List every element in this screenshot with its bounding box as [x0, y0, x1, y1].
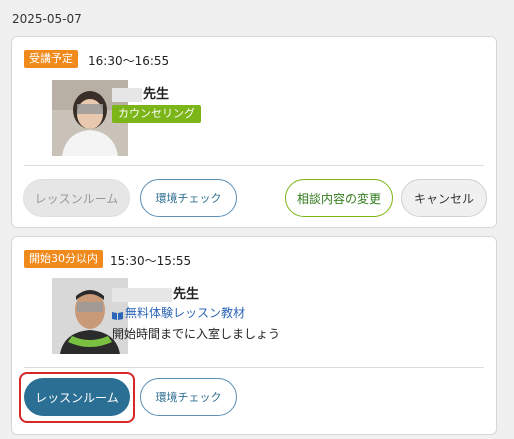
- cancel-button[interactable]: キャンセル: [401, 179, 487, 217]
- lesson-card-scheduled: 受講予定 16:30〜16:55 先生 カウンセリング レッスンルーム 環境チェ…: [11, 36, 497, 228]
- environment-check-button[interactable]: 環境チェック: [140, 378, 237, 416]
- material-link[interactable]: 無料体験レッスン教材: [112, 304, 245, 321]
- entry-note: 開始時間までに入室しましょう: [112, 327, 281, 341]
- lesson-room-button[interactable]: レッスンルーム: [24, 378, 130, 416]
- lesson-time: 16:30〜16:55: [88, 54, 170, 68]
- lesson-date: 2025-05-07: [12, 12, 82, 26]
- teacher-name: 先生: [112, 283, 199, 302]
- status-badge: 開始30分以内: [24, 250, 103, 268]
- lesson-room-button[interactable]: レッスンルーム: [23, 179, 130, 217]
- book-icon: [112, 309, 123, 320]
- lesson-card-upcoming: 開始30分以内 15:30〜15:55 先生 無料体験レッスン教材 開始時間まで…: [11, 236, 497, 435]
- change-consultation-button[interactable]: 相談内容の変更: [285, 179, 393, 217]
- environment-check-button[interactable]: 環境チェック: [140, 179, 237, 217]
- teacher-name: 先生: [112, 83, 169, 102]
- category-tag: カウンセリング: [112, 105, 201, 123]
- status-badge: 受講予定: [24, 50, 78, 68]
- divider: [24, 367, 484, 368]
- lesson-time: 15:30〜15:55: [110, 254, 192, 268]
- divider: [24, 165, 484, 166]
